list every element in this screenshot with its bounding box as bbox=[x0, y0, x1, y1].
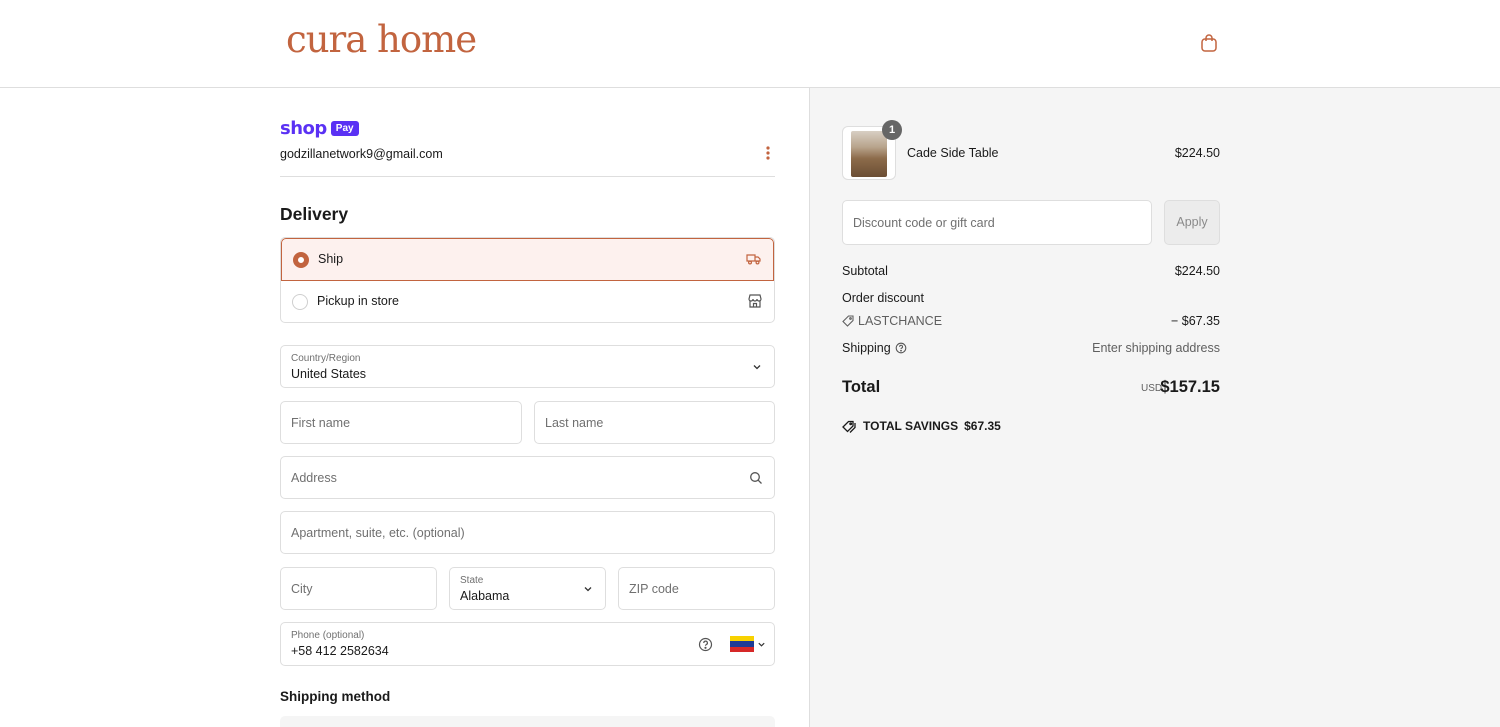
last-name-field[interactable]: Last name bbox=[534, 401, 775, 444]
ship-radio[interactable] bbox=[293, 252, 309, 268]
subtotal-label: Subtotal bbox=[842, 264, 888, 278]
first-name-placeholder: First name bbox=[291, 416, 351, 430]
more-options-icon[interactable] bbox=[762, 145, 774, 161]
help-icon[interactable] bbox=[698, 637, 713, 652]
phone-label: Phone (optional) bbox=[291, 630, 365, 641]
venezuela-flag-icon[interactable] bbox=[730, 636, 754, 652]
state-label: State bbox=[460, 575, 484, 586]
country-value: United States bbox=[291, 367, 367, 381]
discount-code-input[interactable]: Discount code or gift card bbox=[842, 200, 1152, 245]
address-placeholder: Address bbox=[291, 471, 337, 485]
zip-placeholder: ZIP code bbox=[629, 582, 679, 596]
tags-icon bbox=[842, 420, 856, 433]
quantity-badge: 1 bbox=[882, 120, 902, 140]
city-placeholder: City bbox=[291, 582, 313, 596]
tag-icon bbox=[842, 315, 854, 327]
apartment-placeholder: Apartment, suite, etc. (optional) bbox=[291, 526, 465, 540]
discount-code: LASTCHANCE bbox=[858, 314, 943, 328]
city-field[interactable]: City bbox=[280, 567, 437, 610]
product-name: Cade Side Table bbox=[907, 146, 999, 160]
apply-button[interactable]: Apply bbox=[1164, 200, 1220, 245]
last-name-placeholder: Last name bbox=[545, 416, 604, 430]
brand-logo[interactable]: cura home bbox=[286, 18, 477, 61]
header: cura home bbox=[0, 0, 1500, 88]
shipping-value: Enter shipping address bbox=[1092, 341, 1220, 355]
search-icon bbox=[750, 472, 762, 484]
discount-value: − $67.35 bbox=[1170, 314, 1220, 328]
shipping-method-placeholder bbox=[280, 716, 775, 727]
delivery-option-pickup[interactable]: Pickup in store bbox=[281, 281, 774, 322]
help-icon[interactable] bbox=[895, 342, 907, 354]
divider bbox=[280, 176, 775, 177]
truck-icon bbox=[746, 254, 761, 265]
ship-label: Ship bbox=[318, 252, 344, 266]
account-email: godzillanetwork9@gmail.com bbox=[280, 147, 443, 161]
discount-code-row: LASTCHANCE − $67.35 bbox=[842, 314, 1220, 328]
zip-field[interactable]: ZIP code bbox=[618, 567, 775, 610]
delivery-options: Ship Pickup in store bbox=[280, 237, 775, 323]
address-field[interactable]: Address bbox=[280, 456, 775, 499]
state-value: Alabama bbox=[460, 589, 510, 603]
delivery-option-ship[interactable]: Ship bbox=[281, 238, 774, 281]
chevron-down-icon bbox=[753, 365, 761, 370]
discount-placeholder: Discount code or gift card bbox=[853, 216, 995, 230]
pickup-radio[interactable] bbox=[292, 294, 308, 310]
savings-label: TOTAL SAVINGS bbox=[863, 419, 959, 433]
phone-value: +58 412 2582634 bbox=[291, 644, 389, 658]
pickup-label: Pickup in store bbox=[317, 294, 399, 308]
savings-value: $67.35 bbox=[964, 419, 1001, 433]
state-select[interactable]: State Alabama bbox=[449, 567, 606, 610]
product-price: $224.50 bbox=[1174, 146, 1220, 160]
store-icon bbox=[748, 294, 762, 308]
subtotal-value: $224.50 bbox=[1174, 264, 1220, 278]
shipping-method-heading: Shipping method bbox=[280, 689, 391, 704]
subtotal-row: Subtotal $224.50 bbox=[842, 264, 1220, 278]
product-image bbox=[851, 131, 887, 177]
shopping-bag-icon[interactable] bbox=[1199, 33, 1219, 53]
apartment-field[interactable]: Apartment, suite, etc. (optional) bbox=[280, 511, 775, 554]
shop-pay-word: shop bbox=[280, 118, 327, 139]
shipping-row: Shipping Enter shipping address bbox=[842, 341, 1220, 355]
order-discount-label: Order discount bbox=[842, 291, 924, 305]
country-select[interactable]: Country/Region United States bbox=[280, 345, 775, 388]
order-discount-row: Order discount bbox=[842, 291, 1220, 305]
country-label: Country/Region bbox=[291, 353, 361, 364]
shop-pay-logo: shop Pay bbox=[280, 118, 359, 139]
total-currency: USD bbox=[1141, 383, 1163, 394]
shop-pay-badge: Pay bbox=[330, 121, 359, 136]
total-value: $157.15 bbox=[1160, 378, 1220, 396]
order-summary-pane bbox=[809, 88, 1500, 727]
phone-field[interactable]: Phone (optional) +58 412 2582634 bbox=[280, 622, 775, 666]
chevron-down-icon bbox=[584, 587, 592, 592]
total-label: Total bbox=[842, 378, 881, 396]
total-savings: TOTAL SAVINGS $67.35 bbox=[842, 419, 1001, 433]
shipping-label: Shipping bbox=[842, 341, 891, 355]
delivery-heading: Delivery bbox=[280, 204, 349, 224]
first-name-field[interactable]: First name bbox=[280, 401, 522, 444]
chevron-down-icon bbox=[758, 642, 765, 647]
